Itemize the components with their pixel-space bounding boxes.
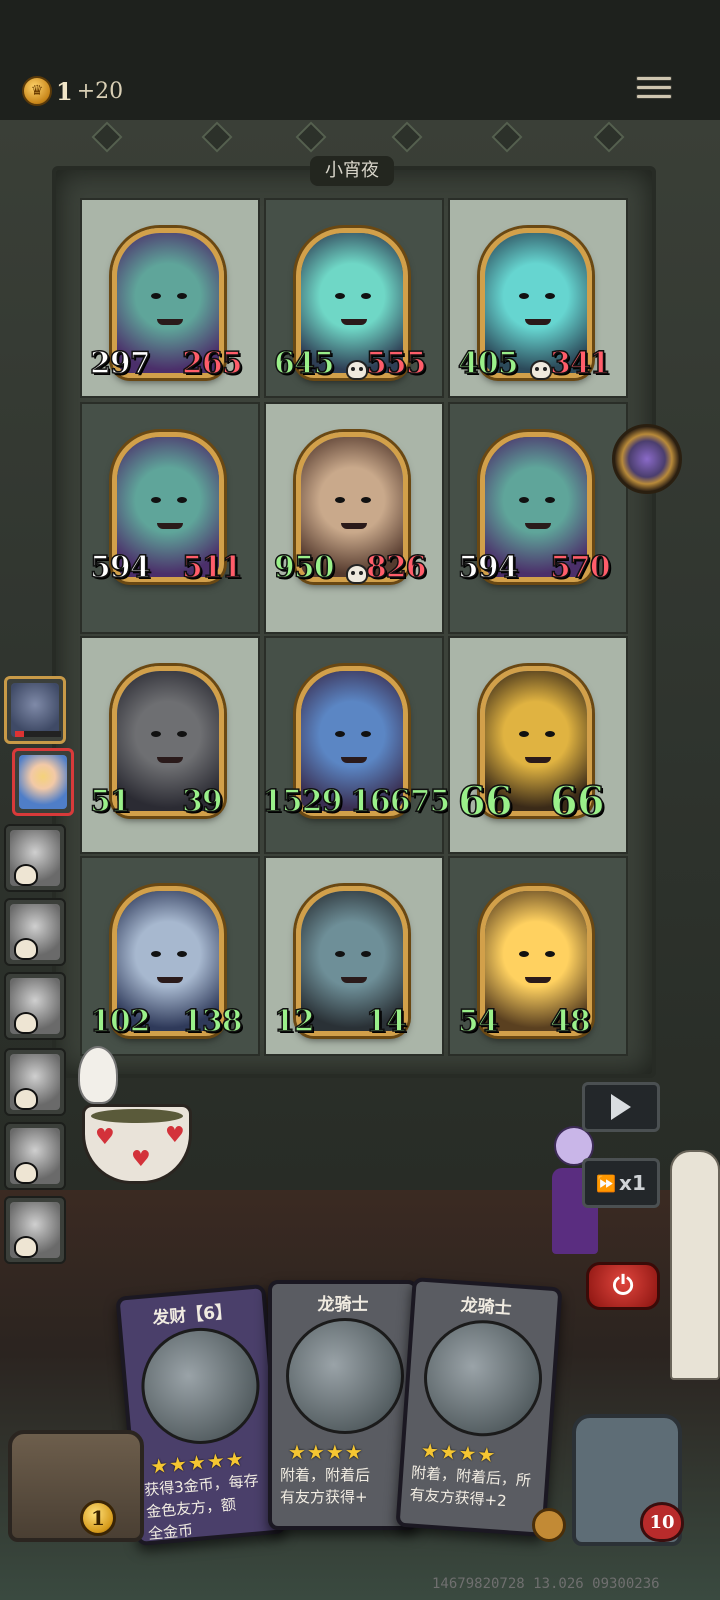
hero-hp-heart: 10 (640, 1502, 684, 1542)
battle-grid: 297 265 645 555 405 341 594 511 950 826 594 570 51 39… (80, 198, 628, 1058)
unit-health: 138 (181, 1003, 243, 1040)
unit-attack: 54 (457, 1003, 499, 1040)
unit-attack: 594 (89, 549, 151, 586)
play-button[interactable] (582, 1082, 660, 1132)
hand-card-description: 获得3金币，每存 金色友方，额 全金币 (143, 1471, 260, 1544)
coin-count: 1 (56, 76, 73, 106)
shield-icon[interactable] (532, 1508, 566, 1542)
board-cell[interactable]: 594 570 (448, 402, 628, 634)
hand-card-art (286, 1318, 404, 1434)
hand-card[interactable]: 龙骑士 ★★★★ 附着，附着后，所 有友方获得+2 (395, 1277, 563, 1537)
chess-piece-decoration (670, 1150, 720, 1380)
unit-health: 14 (365, 1003, 407, 1040)
unit-attack: 297 (89, 345, 151, 382)
build-id: 14679820728 13.026 09300236 (432, 1576, 660, 1592)
board-cell[interactable]: 12 14 (264, 856, 444, 1056)
unit-health: 48 (549, 1003, 591, 1040)
roster-slot-blonde-woman[interactable] (4, 1196, 66, 1264)
play-icon (611, 1094, 631, 1120)
unit-health: 570 (549, 549, 611, 586)
unit-health: 826 (365, 549, 427, 586)
wall-ornament (0, 120, 720, 160)
roster-slot-hooded-figure[interactable] (4, 898, 66, 966)
pocket-watch-icon[interactable] (612, 424, 682, 494)
bunny-figure (78, 1046, 118, 1104)
hand-card-title: 发财【6】 (151, 1301, 233, 1329)
roster-portrait (11, 683, 59, 737)
power-button[interactable]: ⏻ (586, 1262, 660, 1310)
unit-health: 265 (181, 345, 243, 382)
hand-card-description: 附着，附着后，所 有友方获得+2 (409, 1463, 532, 1511)
speed-label: x1 (619, 1171, 646, 1195)
skull-icon (346, 360, 368, 380)
board-cell[interactable]: 645 555 (264, 198, 444, 398)
unit-health: 16675 (349, 783, 451, 820)
opponent-roster (0, 670, 74, 1270)
unit-attack: 594 (457, 549, 519, 586)
crown-coin-icon: ♛ (22, 76, 52, 106)
board-cell[interactable]: 54 48 (448, 856, 628, 1056)
coin-income: +20 (76, 78, 124, 104)
speed-button[interactable]: ⏩ x1 (582, 1158, 660, 1208)
unit-attack: 12 (273, 1003, 315, 1040)
unit-attack: 102 (89, 1003, 151, 1040)
skull-icon (14, 1012, 38, 1034)
hamburger-menu-icon[interactable] (636, 72, 672, 106)
board-cell[interactable]: 66 66 (448, 636, 628, 854)
unit-attack: 645 (273, 345, 335, 382)
board-cell[interactable]: 1529 16675 (261, 636, 451, 854)
hand-card[interactable]: 龙骑士 ★★★★ 附着，附着后 有友方获得+ (268, 1280, 418, 1530)
roster-slot-mouse[interactable] (4, 824, 66, 892)
unit-health: 66 (549, 777, 605, 826)
board-cell[interactable]: 405 341 (448, 198, 628, 398)
hand-card-description: 附着，附着后 有友方获得+ (280, 1466, 371, 1506)
shop-chest[interactable] (8, 1430, 144, 1542)
skull-icon (530, 360, 552, 380)
coin-counter: ♛ 1 +20 (22, 76, 123, 106)
unit-attack: 1529 (261, 783, 343, 820)
unit-attack: 66 (457, 777, 513, 826)
roster-slot-alice[interactable] (12, 748, 74, 816)
roster-slot-raccoon[interactable] (4, 1048, 66, 1116)
unit-attack: 405 (457, 345, 519, 382)
board-cell[interactable]: 102 138 (80, 856, 260, 1056)
roster-slot-cat-creature[interactable] (4, 972, 66, 1040)
skull-icon (14, 1162, 38, 1184)
unit-health: 511 (181, 549, 243, 586)
hand-card-title: 龙骑士 (459, 1295, 513, 1319)
unit-health: 39 (181, 783, 223, 820)
board-title: 小宵夜 (310, 156, 394, 186)
board-cell[interactable]: 297 265 (80, 198, 260, 398)
top-bar-background (0, 0, 720, 130)
roster-portrait (19, 755, 67, 809)
hand-card-art (420, 1316, 546, 1441)
board-cell[interactable]: 950 826 (264, 402, 444, 634)
skull-icon (14, 864, 38, 886)
star-rating-icon: ★★★★ (288, 1440, 364, 1464)
hand-card-art (136, 1323, 265, 1449)
fast-forward-icon: ⏩ (596, 1173, 617, 1193)
unit-health: 341 (549, 345, 611, 382)
roster-slot-gargoyle[interactable] (4, 676, 66, 744)
roster-slot-white-haired-woman[interactable] (4, 1122, 66, 1190)
unit-attack: 51 (89, 783, 131, 820)
skull-icon (346, 564, 368, 584)
roster-hp-bar (15, 731, 61, 737)
skull-icon (14, 938, 38, 960)
skull-icon (14, 1236, 38, 1258)
hand-card-title: 龙骑士 (317, 1295, 369, 1315)
unit-health: 555 (365, 345, 427, 382)
chest-gold-badge: 1 (80, 1500, 116, 1536)
unit-attack: 950 (273, 549, 335, 586)
power-icon: ⏻ (612, 1270, 634, 1301)
skull-icon (14, 1088, 38, 1110)
board-cell[interactable]: 51 39 (80, 636, 260, 854)
board-cell[interactable]: 594 511 (80, 402, 260, 634)
